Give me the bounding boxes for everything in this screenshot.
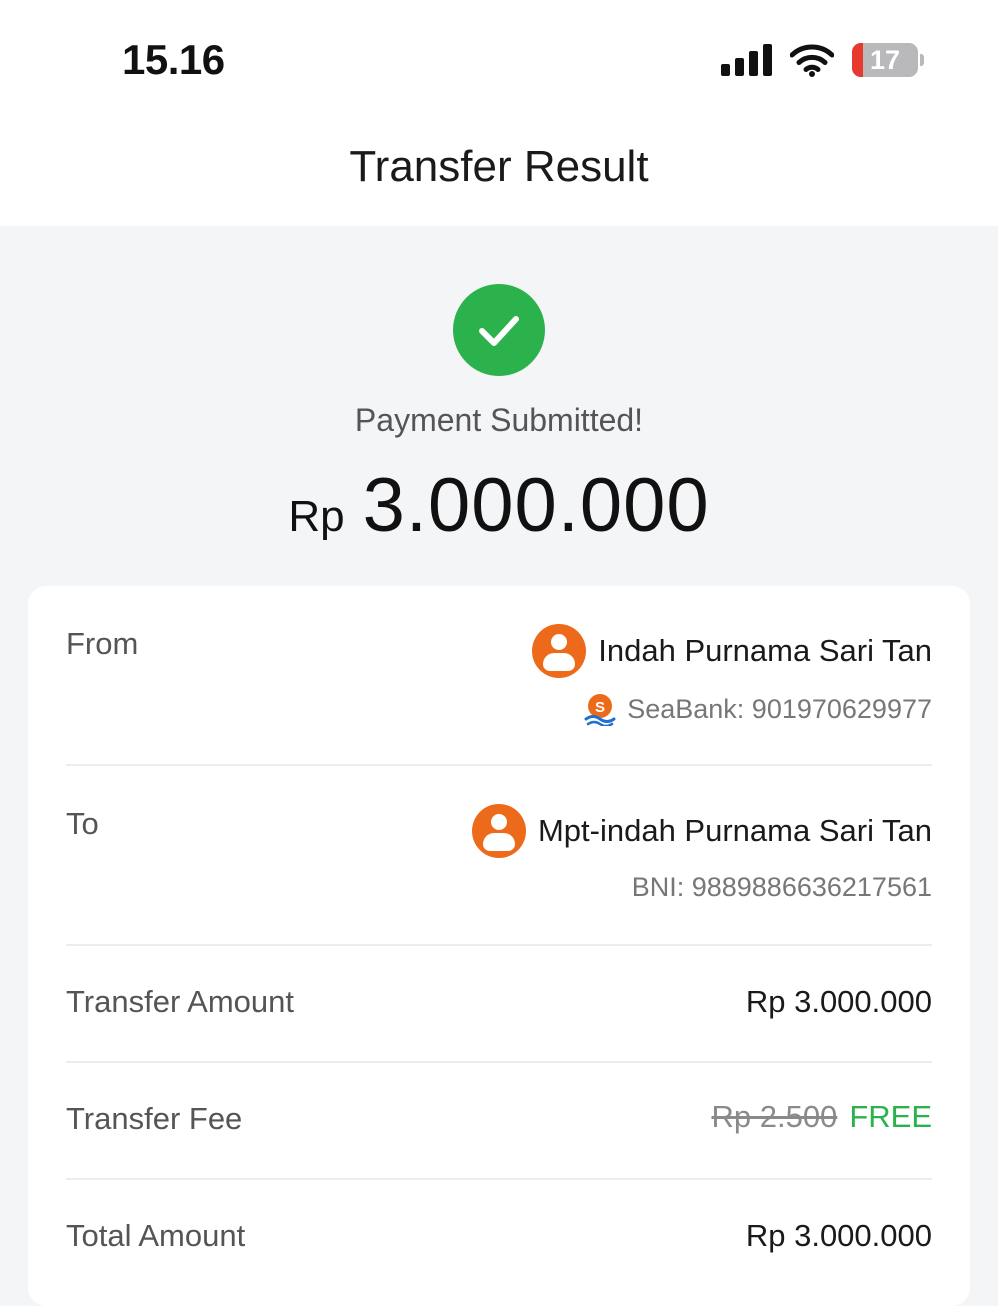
to-account: BNI: 9889886636217561	[632, 872, 932, 903]
battery-level: 17	[869, 45, 901, 75]
svg-text:S: S	[595, 699, 605, 716]
to-label: To	[66, 806, 99, 841]
seabank-logo-icon: S	[584, 694, 616, 726]
total-amount-text: Rp 3.000.000	[745, 1218, 932, 1253]
top-bar: 15.16 17 Transfer Result	[0, 0, 998, 226]
transfer-fee-original: Rp 2.500	[711, 1099, 838, 1134]
battery-icon: 17	[852, 43, 918, 77]
total-amount-label: Total Amount	[66, 1218, 246, 1253]
result-status-text: Payment Submitted!	[354, 402, 644, 438]
status-time: 15.16	[122, 36, 225, 83]
to-account-text: BNI: 9889886636217561	[631, 872, 932, 902]
amount-display: Rp 3.000.000	[0, 462, 998, 549]
check-icon	[479, 316, 519, 346]
to-party: Mpt-indah Purnama Sari Tan	[471, 804, 932, 858]
transfer-fee-free: FREE	[849, 1099, 932, 1134]
transfer-fee-label: Transfer Fee	[66, 1101, 243, 1136]
battery-cap	[920, 54, 924, 66]
from-name: Indah Purnama Sari Tan	[598, 633, 932, 668]
transfer-amount-text: Rp 3.000.000	[745, 984, 932, 1019]
details-card: From Indah Purnama Sari Tan S SeaBank: 9…	[28, 586, 970, 1306]
transfer-fee-value: Rp 2.500 FREE	[711, 1099, 932, 1135]
signal-icon	[721, 44, 772, 76]
status-icons: 17	[721, 40, 924, 80]
transfer-amount-row: Transfer Amount Rp 3.000.000	[66, 946, 932, 1063]
total-amount-value: Rp 3.000.000	[746, 1218, 932, 1254]
from-party: Indah Purnama Sari Tan	[532, 624, 932, 678]
transfer-fee-row: Transfer Fee Rp 2.500 FREE	[66, 1063, 932, 1180]
from-row: From Indah Purnama Sari Tan S SeaBank: 9…	[66, 586, 932, 766]
success-badge	[453, 284, 545, 376]
to-row: To Mpt-indah Purnama Sari Tan BNI: 98898…	[66, 766, 932, 946]
from-account: S SeaBank: 901970629977	[583, 692, 932, 726]
total-amount-row: Total Amount Rp 3.000.000	[66, 1180, 932, 1295]
transfer-amount-label: Transfer Amount	[66, 984, 295, 1019]
amount-value: 3.000.000	[362, 463, 710, 548]
avatar-icon	[532, 624, 587, 678]
transfer-amount-value: Rp 3.000.000	[746, 984, 932, 1020]
from-label: From	[66, 626, 139, 661]
amount-currency: Rp	[288, 492, 345, 541]
wifi-icon	[790, 44, 834, 77]
avatar-icon	[471, 804, 526, 858]
page-title: Transfer Result	[349, 142, 649, 191]
to-name: Mpt-indah Purnama Sari Tan	[537, 813, 932, 848]
from-account-text: SeaBank: 901970629977	[627, 693, 932, 724]
